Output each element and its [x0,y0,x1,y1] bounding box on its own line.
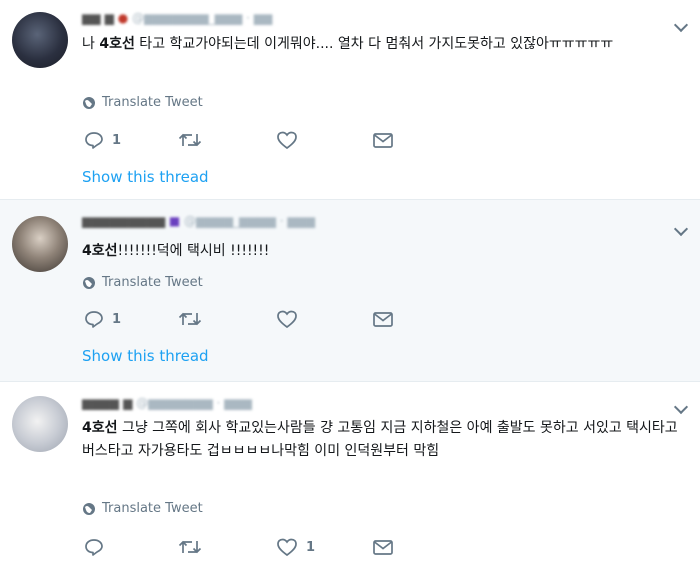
retweet-icon [178,133,202,147]
reply-button[interactable]: 1 [84,130,121,150]
show-thread-link[interactable]: Show this thread [82,168,209,186]
hashtag-line-4: 4호선 [82,243,118,259]
chevron-down-icon[interactable] [673,399,689,415]
globe-icon [83,96,95,109]
tweet-text-body: !!!!!!!덕에 택시비 !!!!!!! [117,243,270,259]
translate-tweet-link[interactable]: Translate Tweet [82,501,203,516]
tweet-text: 4호선!!!!!!!덕에 택시비 !!!!!!! [82,240,686,263]
like-button[interactable] [276,309,298,329]
tweet-actions: 1 [84,309,393,333]
retweet-button[interactable] [178,130,202,150]
translate-label: Translate Tweet [102,275,203,290]
like-count: 1 [306,539,316,555]
tweet-2[interactable]: ▆▆▆▆▆▆▆▆▆ ■ @▆▆▆▆_▆▆▆▆ · ▆▆▆ 4호선!!!!!!!덕… [0,200,700,382]
reply-icon [85,539,103,556]
like-icon [277,538,297,557]
tweet-text: 나 4호선 타고 학교가야되는데 이게뭐야.... 열차 다 멈춰서 가지도못하… [82,33,686,56]
translate-label: Translate Tweet [102,501,203,516]
tweet-text-body: 그냥 그쪽에 회사 학교있는사람들 걍 고통임 지금 지하철은 아예 출발도 못… [82,420,678,459]
reply-icon [85,132,103,149]
tweet-header: ▆▆ ▆ ● @▆▆▆▆▆▆▆_▆▆▆ · ▆▆ [82,11,273,25]
tweet-actions: 1 [84,130,393,154]
reply-icon [85,311,103,328]
tweet-header: ▆▆▆▆ ▆ @▆▆▆▆▆▆▆ · ▆▆▆ [82,396,252,410]
tweet-text: 4호선 그냥 그쪽에 회사 학교있는사람들 걍 고통임 지금 지하철은 아예 출… [82,417,686,463]
dm-button[interactable] [372,309,394,329]
reply-count: 1 [112,132,122,148]
like-icon [277,131,297,150]
tweet-text-prefix: 나 [82,36,100,52]
translate-tweet-link[interactable]: Translate Tweet [82,95,203,110]
hashtag-line-4: 4호선 [99,36,135,52]
globe-icon [83,276,95,289]
tweet-text-body: 타고 학교가야되는데 이게뭐야.... 열차 다 멈춰서 가지도못하고 있잖아ㅠ… [134,36,614,52]
reply-button[interactable]: 1 [84,309,121,329]
retweet-button[interactable] [178,537,202,557]
retweet-icon [178,312,202,326]
tweet-header: ▆▆▆▆▆▆▆▆▆ ■ @▆▆▆▆_▆▆▆▆ · ▆▆▆ [82,214,316,228]
dm-button[interactable] [372,537,394,557]
like-icon [277,310,297,329]
dm-icon [373,133,393,148]
avatar[interactable] [12,396,68,452]
chevron-down-icon[interactable] [673,17,689,33]
translate-label: Translate Tweet [102,95,203,110]
reply-button[interactable] [84,537,112,557]
globe-icon [83,502,95,515]
like-button[interactable] [276,130,298,150]
tweet-actions: 1 [84,537,393,561]
retweet-button[interactable] [178,309,202,329]
show-thread-link[interactable]: Show this thread [82,347,209,365]
dm-icon [373,540,393,555]
tweet-1[interactable]: ▆▆ ▆ ● @▆▆▆▆▆▆▆_▆▆▆ · ▆▆ 나 4호선 타고 학교가야되는… [0,0,700,200]
tweet-3[interactable]: ▆▆▆▆ ▆ @▆▆▆▆▆▆▆ · ▆▆▆ 4호선 그냥 그쪽에 회사 학교있는… [0,382,700,580]
retweet-icon [178,540,202,554]
dm-icon [373,312,393,327]
reply-count: 1 [112,311,122,327]
hashtag-line-4: 4호선 [82,420,118,436]
avatar[interactable] [12,216,68,272]
dm-button[interactable] [372,130,394,150]
avatar[interactable] [12,12,68,68]
chevron-down-icon[interactable] [673,221,689,237]
translate-tweet-link[interactable]: Translate Tweet [82,275,203,290]
like-button[interactable]: 1 [276,537,315,557]
